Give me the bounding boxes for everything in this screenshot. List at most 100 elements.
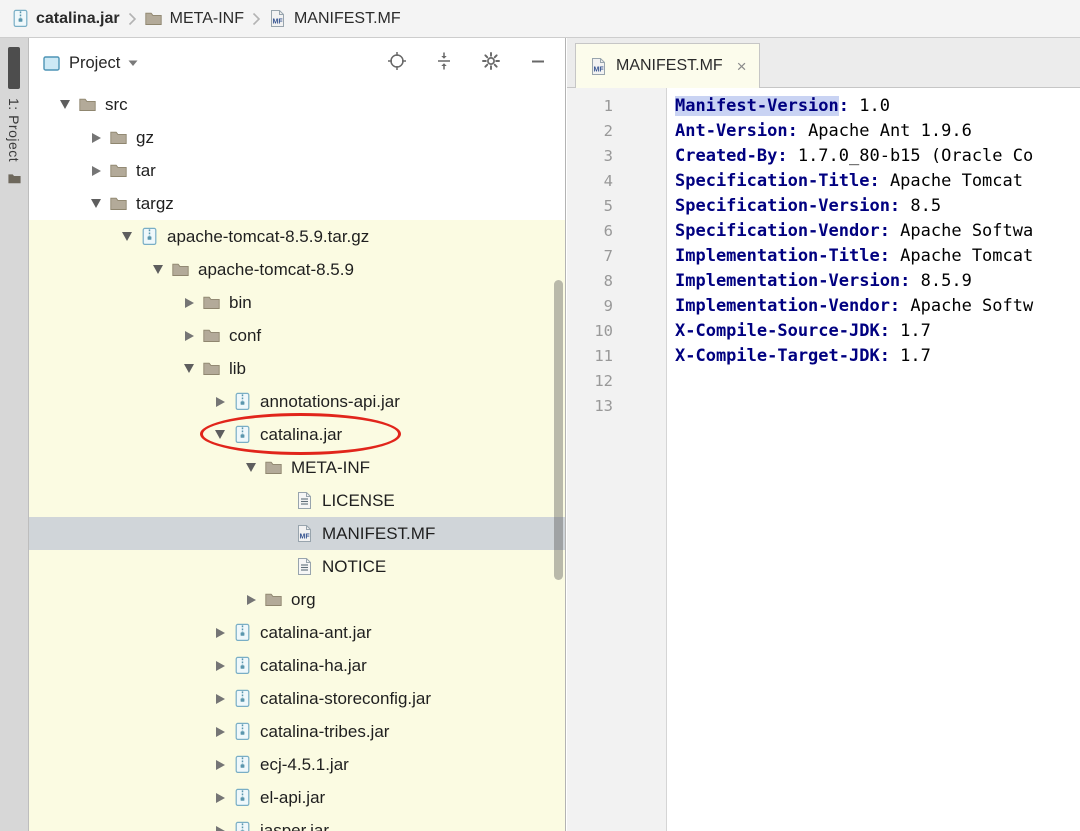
left-tool-stripe: 1: Project — [0, 38, 29, 831]
jar-icon — [10, 9, 30, 29]
editor-line-1: Manifest-Version: 1.0 — [675, 96, 890, 116]
tree-item-ecj-4-5-1-jar[interactable]: ecj-4.5.1.jar — [29, 748, 565, 781]
project-view-title: Project — [69, 53, 121, 72]
hide-button[interactable] — [527, 52, 549, 74]
tree-collapse-toggle-icon[interactable] — [148, 260, 168, 280]
tree-expand-toggle-icon[interactable] — [210, 821, 230, 831]
tree-expand-toggle-icon[interactable] — [210, 755, 230, 775]
jar-icon — [232, 821, 252, 831]
tree-expand-toggle-icon[interactable] — [210, 656, 230, 676]
tree-collapse-toggle-icon[interactable] — [55, 95, 75, 115]
folder-icon — [108, 128, 128, 148]
folder-icon — [170, 260, 190, 280]
editor-line-13 — [675, 394, 1080, 419]
tree-item-label: ecj-4.5.1.jar — [260, 754, 349, 774]
tree-collapse-toggle-icon[interactable] — [86, 194, 106, 214]
tree-item-catalina-tribes-jar[interactable]: catalina-tribes.jar — [29, 715, 565, 748]
folder-icon — [201, 326, 221, 346]
tab-close-icon[interactable]: × — [737, 58, 747, 75]
editor-line-11: X-Compile-Target-JDK: 1.7 — [675, 346, 931, 366]
jar-icon — [232, 392, 252, 412]
collapse-all-button[interactable] — [433, 52, 455, 74]
line-number: 4 — [603, 172, 613, 190]
folder-icon — [263, 458, 283, 478]
tree-item-targz[interactable]: targz — [29, 187, 565, 220]
tree-item-jasper-jar[interactable]: jasper.jar — [29, 814, 565, 831]
jar-icon — [232, 425, 252, 445]
breadcrumb-item-catalina-jar[interactable]: catalina.jar — [10, 9, 120, 29]
editor-line-7: Implementation-Title: Apache Tomcat — [675, 246, 1034, 266]
tree-item-catalina-storeconfig-jar[interactable]: catalina-storeconfig.jar — [29, 682, 565, 715]
tree-expand-toggle-icon[interactable] — [179, 326, 199, 346]
jar-icon — [232, 788, 252, 808]
project-panel-header: Project — [29, 38, 565, 88]
chevron-down-icon[interactable] — [127, 54, 139, 72]
tree-expand-toggle-icon[interactable] — [86, 161, 106, 181]
tree-item-catalina-ant-jar[interactable]: catalina-ant.jar — [29, 616, 565, 649]
line-number: 8 — [603, 272, 613, 290]
tree-item-bin[interactable]: bin — [29, 286, 565, 319]
tree-item-org[interactable]: org — [29, 583, 565, 616]
editor-content[interactable]: Manifest-Version: 1.0 Ant-Version: Apache… — [667, 88, 1080, 831]
locate-button[interactable] — [386, 51, 408, 74]
svg-text:MF: MF — [273, 19, 284, 26]
tree-item-catalina-jar[interactable]: catalina.jar — [29, 418, 565, 451]
settings-icon — [481, 51, 501, 76]
tree-collapse-toggle-icon[interactable] — [210, 425, 230, 445]
tree-expand-toggle-icon[interactable] — [210, 722, 230, 742]
tree-item-catalina-ha-jar[interactable]: catalina-ha.jar — [29, 649, 565, 682]
tree-collapse-toggle-icon[interactable] — [117, 227, 137, 247]
editor-line-5: Specification-Version: 8.5 — [675, 196, 942, 216]
tree-item-label: META-INF — [291, 457, 371, 477]
line-number: 12 — [594, 372, 613, 390]
tree-expand-toggle-icon[interactable] — [86, 128, 106, 148]
tree-expand-toggle-icon[interactable] — [210, 392, 230, 412]
tree-item-apache-tomcat-8-5-9[interactable]: apache-tomcat-8.5.9 — [29, 253, 565, 286]
tree-item-el-api-jar[interactable]: el-api.jar — [29, 781, 565, 814]
project-folder-icon — [7, 171, 22, 186]
ide-window: catalina.jar META-INF MF MANIFEST.MF 1: Pro… — [0, 0, 1080, 831]
breadcrumb-item-manifest-mf[interactable]: MF MANIFEST.MF — [268, 9, 401, 29]
tree-item-notice[interactable]: NOTICE — [29, 550, 565, 583]
folder-icon — [108, 161, 128, 181]
tree-expand-toggle-icon[interactable] — [179, 293, 199, 313]
tree-expand-toggle-icon[interactable] — [210, 689, 230, 709]
breadcrumb-item-meta-inf[interactable]: META-INF — [144, 9, 244, 29]
tool-window-indicator — [8, 47, 20, 89]
tree-item-label: LICENSE — [322, 490, 395, 510]
tree-expand-toggle-icon[interactable] — [210, 623, 230, 643]
tree-item-label: el-api.jar — [260, 787, 326, 807]
jar-icon — [232, 656, 252, 676]
tree-item-conf[interactable]: conf — [29, 319, 565, 352]
tree-collapse-toggle-icon[interactable] — [241, 458, 261, 478]
tree-item-apache-tomcat-8-5-9-tar-gz[interactable]: apache-tomcat-8.5.9.tar.gz — [29, 220, 565, 253]
editor-line-8: Implementation-Version: 8.5.9 — [675, 271, 972, 291]
tree-collapse-toggle-icon[interactable] — [179, 359, 199, 379]
tree-item-tar[interactable]: tar — [29, 154, 565, 187]
tree-item-manifest-mf[interactable]: MF MANIFEST.MF — [29, 517, 565, 550]
tree-item-annotations-api-jar[interactable]: annotations-api.jar — [29, 385, 565, 418]
tree-item-label: catalina-storeconfig.jar — [260, 688, 432, 708]
tree-item-src[interactable]: src — [29, 88, 565, 121]
settings-button[interactable] — [480, 51, 502, 76]
project-tree: src gz tar targz apache-tomcat-8.5.9.tar.gz a… — [29, 88, 565, 831]
tree-scrollbar[interactable] — [554, 280, 563, 580]
breadcrumb-separator-icon — [127, 12, 137, 26]
tool-stripe-project-button[interactable]: 1: Project — [6, 98, 22, 162]
tree-item-meta-inf[interactable]: META-INF — [29, 451, 565, 484]
project-view-selector[interactable]: Project — [41, 53, 139, 73]
tree-item-lib[interactable]: lib — [29, 352, 565, 385]
tree-item-label: apache-tomcat-8.5.9.tar.gz — [167, 226, 370, 246]
tab-manifest-mf[interactable]: MF MANIFEST.MF × — [575, 43, 760, 88]
tree-expand-toggle-icon[interactable] — [210, 788, 230, 808]
tree-expand-toggle-icon[interactable] — [241, 590, 261, 610]
breadcrumb-separator-icon — [251, 12, 261, 26]
jar-icon — [232, 689, 252, 709]
folder-icon — [201, 293, 221, 313]
tree-item-license[interactable]: LICENSE — [29, 484, 565, 517]
jar-icon — [232, 755, 252, 775]
project-view-icon — [41, 53, 61, 73]
textfile-icon — [294, 557, 314, 577]
tree-item-gz[interactable]: gz — [29, 121, 565, 154]
